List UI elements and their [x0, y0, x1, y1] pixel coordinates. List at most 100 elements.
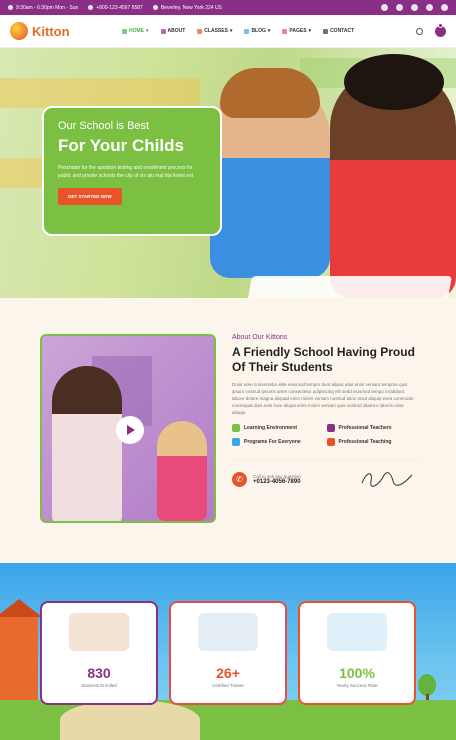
- stat-value: 830: [87, 665, 111, 681]
- address-text: Beverley, New York 224 US: [160, 4, 222, 11]
- play-button[interactable]: [116, 416, 144, 444]
- top-info-bar: 9:30am - 6:30pm Mon - Sun +800-123-4567 …: [0, 0, 456, 15]
- feature-label: Learning Environment: [244, 425, 298, 431]
- contact-info: Call to ask any question +0123-4056-7890: [253, 474, 301, 485]
- nav-item-home[interactable]: HOME ▾: [122, 28, 149, 34]
- stats-section: 830 Students Enrolled 26+ Certified Trai…: [0, 563, 456, 740]
- nav-item-classes[interactable]: CLASSES ▾: [197, 28, 232, 34]
- location-pin-icon: [323, 28, 329, 34]
- hero-card: Our School is Best For Your Childs Pesch…: [42, 106, 222, 236]
- nav-item-blog[interactable]: BLOG ▾: [244, 28, 270, 34]
- pencil-icon: [244, 28, 250, 34]
- nav-label: HOME: [129, 28, 144, 34]
- feature-item: Programs For Everyone: [232, 438, 323, 446]
- facebook-icon[interactable]: [381, 4, 388, 11]
- phone-call-icon[interactable]: ✆: [232, 471, 247, 487]
- hero-photo-book: [248, 276, 452, 298]
- nav-item-contact[interactable]: CONTACT: [323, 28, 354, 34]
- success-illustration: [327, 613, 387, 651]
- about-section: About Our Kittons A Friendly School Havi…: [0, 298, 456, 563]
- phone-text: +800-123-4567 6587: [96, 4, 143, 11]
- hero-title: For Your Childs: [58, 136, 184, 155]
- location-icon: [152, 5, 158, 10]
- hours-text: 9:30am - 6:30pm Mon - Sun: [16, 4, 79, 11]
- stat-label: Certified Trainer: [211, 683, 244, 688]
- school-roof: [0, 599, 42, 617]
- learning-icon: [232, 424, 240, 432]
- contact-phone[interactable]: +0123-4056-7890: [253, 479, 301, 485]
- brand-name: Kitton: [32, 23, 70, 39]
- signature-image: [361, 472, 413, 487]
- search-icon[interactable]: [416, 27, 423, 35]
- home-icon: [122, 28, 127, 34]
- chevron-down-icon: ▾: [146, 28, 149, 34]
- twitter-icon[interactable]: [411, 4, 418, 11]
- hours-info: 9:30am - 6:30pm Mon - Sun: [8, 5, 78, 11]
- feature-label: Programs For Everyone: [244, 439, 301, 445]
- hair: [344, 54, 444, 110]
- background-shelf: [0, 78, 200, 108]
- feature-label: Professional Teaching: [338, 439, 392, 445]
- nav-label: CLASSES: [204, 28, 228, 34]
- hero-text: Peschdan for the apostion testing and en…: [58, 165, 194, 179]
- path-illustration: [60, 700, 200, 740]
- phone-icon: [88, 5, 94, 10]
- contact-label: Call to ask any question: [253, 473, 301, 479]
- feature-item: Learning Environment: [232, 424, 323, 432]
- teacher-figure: [52, 366, 122, 521]
- hero-kicker: Our School is Best: [58, 120, 150, 132]
- stat-value: 100%: [339, 665, 375, 681]
- stat-value: 26+: [216, 665, 240, 681]
- instagram-icon[interactable]: [396, 4, 403, 11]
- wifi-icon[interactable]: [441, 4, 448, 11]
- chevron-down-icon: ▾: [308, 28, 312, 34]
- feature-label: Professional Teachers: [338, 425, 392, 431]
- get-started-button[interactable]: GET STARTED NOW: [58, 188, 122, 205]
- nav-label: ABOUT: [167, 28, 186, 34]
- about-title: A Friendly School Having Proud Of Their …: [232, 345, 415, 374]
- stat-card-trainers: 26+ Certified Trainer: [169, 601, 287, 705]
- stat-card-students: 830 Students Enrolled: [40, 601, 158, 705]
- clock-icon: [8, 5, 13, 10]
- school-building-illustration: [0, 599, 42, 703]
- brand-logo[interactable]: Kitton: [10, 22, 122, 40]
- pages-icon: [282, 28, 288, 34]
- cart-badge: [438, 22, 443, 28]
- teaching-icon: [326, 438, 335, 446]
- stat-card-success: 100% Yearly Success Rate: [298, 601, 416, 705]
- phone-info[interactable]: +800-123-4567 6587: [88, 5, 143, 11]
- vimeo-icon[interactable]: [426, 4, 433, 11]
- contact-row: ✆ Call to ask any question +0123-4056-78…: [232, 460, 417, 489]
- feature-item: Professional Teachers: [326, 424, 418, 432]
- main-navbar: Kitton HOME ▾ ABOUT CLASSES ▾ BLOG ▾ PAGES ▾…: [0, 15, 456, 48]
- student-figure: [157, 421, 207, 521]
- nav-actions: [416, 22, 446, 37]
- chevron-down-icon: ▾: [267, 28, 271, 34]
- feature-list: Learning Environment Professional Teache…: [232, 424, 417, 446]
- user-icon: [160, 28, 166, 34]
- nav-item-pages[interactable]: PAGES ▾: [282, 28, 311, 34]
- about-content: About Our Kittons A Friendly School Havi…: [232, 334, 417, 489]
- cart-icon[interactable]: [435, 22, 446, 37]
- nav-item-about[interactable]: ABOUT: [160, 28, 186, 34]
- social-links: [381, 4, 448, 11]
- logo-mark-icon: [10, 22, 28, 40]
- about-kicker: About Our Kittons: [232, 334, 288, 341]
- feature-item: Professional Teaching: [326, 438, 418, 446]
- about-video-thumbnail: [40, 334, 216, 523]
- chevron-down-icon: ▾: [229, 28, 233, 34]
- stat-label: Students Enrolled: [81, 683, 117, 688]
- book-icon: [197, 28, 203, 34]
- hair: [220, 68, 320, 118]
- students-illustration: [69, 613, 129, 651]
- tree-top: [418, 674, 436, 696]
- about-paragraph: Dolor ame consectetur elite eiusmod temp…: [232, 382, 414, 415]
- hero-photo-boy: [210, 68, 330, 278]
- hero-photo-child: [330, 54, 456, 298]
- trainer-illustration: [198, 613, 258, 651]
- play-icon: [127, 425, 135, 435]
- nav-menu: HOME ▾ ABOUT CLASSES ▾ BLOG ▾ PAGES ▾ CONTAC…: [122, 28, 354, 34]
- address-info: Beverley, New York 224 US: [152, 4, 222, 11]
- nav-label: BLOG: [251, 28, 266, 34]
- teacher-icon: [326, 424, 335, 432]
